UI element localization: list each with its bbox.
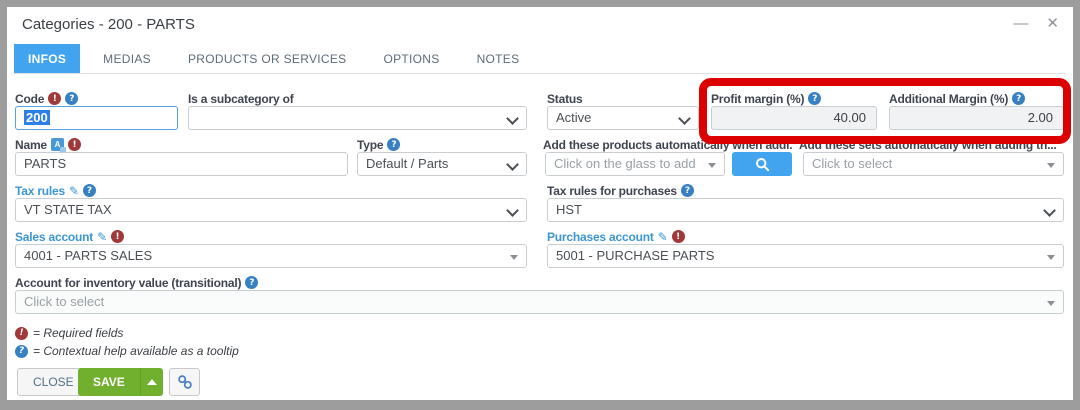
sales-account-select[interactable]: 4001 - PARTS SALES xyxy=(15,244,527,268)
tab-options[interactable]: OPTIONS xyxy=(369,44,453,73)
required-icon: ! xyxy=(15,327,28,340)
add-sets-label: Add these sets automatically when adding… xyxy=(799,137,1064,152)
search-button[interactable] xyxy=(732,152,792,176)
arrow-up-icon xyxy=(147,379,157,385)
type-label: Type ? xyxy=(357,137,527,152)
caret-down-icon xyxy=(1047,255,1055,260)
tab-medias[interactable]: MEDIAS xyxy=(89,44,165,73)
subcategory-select[interactable] xyxy=(188,106,527,130)
chevron-down-icon xyxy=(506,112,519,125)
inventory-account-select[interactable]: Click to select xyxy=(15,290,1064,314)
tax-rules-select[interactable]: VT STATE TAX xyxy=(15,198,527,222)
required-icon: ! xyxy=(48,92,61,105)
tab-bar: INFOS MEDIAS PRODUCTS OR SERVICES OPTION… xyxy=(14,44,1066,74)
inventory-account-label: Account for inventory value (transitiona… xyxy=(15,275,1064,290)
type-select[interactable]: Default / Parts xyxy=(357,152,527,176)
help-icon[interactable]: ? xyxy=(65,92,78,105)
tax-rules-label: Tax rules ✎ ? xyxy=(15,183,527,198)
dialog-title: Categories - 200 - PARTS xyxy=(22,16,195,33)
required-icon: ! xyxy=(68,138,81,151)
link-button[interactable] xyxy=(169,368,200,396)
help-icon[interactable]: ? xyxy=(808,92,821,105)
legend-required: ! = Required fields xyxy=(15,326,123,340)
status-select[interactable]: Active xyxy=(547,106,699,130)
tab-notes[interactable]: NOTES xyxy=(463,44,534,73)
profit-margin-input[interactable]: 40.00 xyxy=(711,106,877,130)
edit-icon[interactable]: ✎ xyxy=(658,230,668,244)
link-icon xyxy=(177,374,193,390)
add-sets-select[interactable]: Click to select xyxy=(803,152,1064,176)
add-products-select[interactable]: Click on the glass to add xyxy=(545,152,725,176)
purchases-account-select[interactable]: 5001 - PURCHASE PARTS xyxy=(547,244,1064,268)
dialog-categories: Categories - 200 - PARTS — ✕ INFOS MEDIA… xyxy=(7,7,1073,400)
required-icon: ! xyxy=(672,230,685,243)
help-icon[interactable]: ? xyxy=(681,184,694,197)
purchases-account-label: Purchases account ✎ ! xyxy=(547,229,1064,244)
required-icon: ! xyxy=(111,230,124,243)
translate-icon[interactable]: A xyxy=(51,138,64,151)
chevron-down-icon xyxy=(506,158,519,171)
help-icon: ? xyxy=(15,345,28,358)
code-label: Code ! ? xyxy=(15,91,178,106)
chevron-down-icon xyxy=(1043,204,1056,217)
code-input[interactable]: 200 xyxy=(15,106,178,130)
name-label: Name A ! xyxy=(15,137,348,152)
tab-infos[interactable]: INFOS xyxy=(14,44,80,73)
caret-down-icon xyxy=(1047,163,1055,168)
edit-icon[interactable]: ✎ xyxy=(69,184,79,198)
help-icon[interactable]: ? xyxy=(387,138,400,151)
caret-down-icon xyxy=(1047,301,1055,306)
status-label: Status xyxy=(547,91,699,106)
additional-margin-label: Additional Margin (%) ? xyxy=(889,91,1064,106)
screen: { "window": { "title": "Categories - 200… xyxy=(0,0,1080,410)
chevron-down-icon xyxy=(678,112,691,125)
selected-text: 200 xyxy=(24,110,50,125)
search-icon xyxy=(755,157,770,172)
name-input[interactable]: PARTS xyxy=(15,152,348,176)
legend-help: ? = Contextual help available as a toolt… xyxy=(15,344,239,358)
help-icon[interactable]: ? xyxy=(83,184,96,197)
save-dropdown-button[interactable] xyxy=(140,368,163,396)
save-button: SAVE xyxy=(78,368,163,396)
tax-rules-purchases-label: Tax rules for purchases ? xyxy=(547,183,1064,198)
window-controls: — ✕ xyxy=(1013,15,1059,33)
chevron-down-icon xyxy=(506,204,519,217)
caret-down-icon xyxy=(708,163,716,168)
sales-account-label: Sales account ✎ ! xyxy=(15,229,527,244)
close-icon[interactable]: ✕ xyxy=(1046,15,1059,33)
profit-margin-label: Profit margin (%) ? xyxy=(711,91,877,106)
caret-down-icon xyxy=(510,255,518,260)
tax-rules-purchases-select[interactable]: HST xyxy=(547,198,1064,222)
save-button-main[interactable]: SAVE xyxy=(78,368,140,396)
additional-margin-input[interactable]: 2.00 xyxy=(889,106,1064,130)
minimize-icon[interactable]: — xyxy=(1013,15,1028,33)
add-products-label: Add these products automatically when ad… xyxy=(543,137,793,152)
tab-products-or-services[interactable]: PRODUCTS OR SERVICES xyxy=(174,44,360,73)
help-icon[interactable]: ? xyxy=(1012,92,1025,105)
subcategory-label: Is a subcategory of xyxy=(188,91,527,106)
help-icon[interactable]: ? xyxy=(245,276,258,289)
edit-icon[interactable]: ✎ xyxy=(97,230,107,244)
